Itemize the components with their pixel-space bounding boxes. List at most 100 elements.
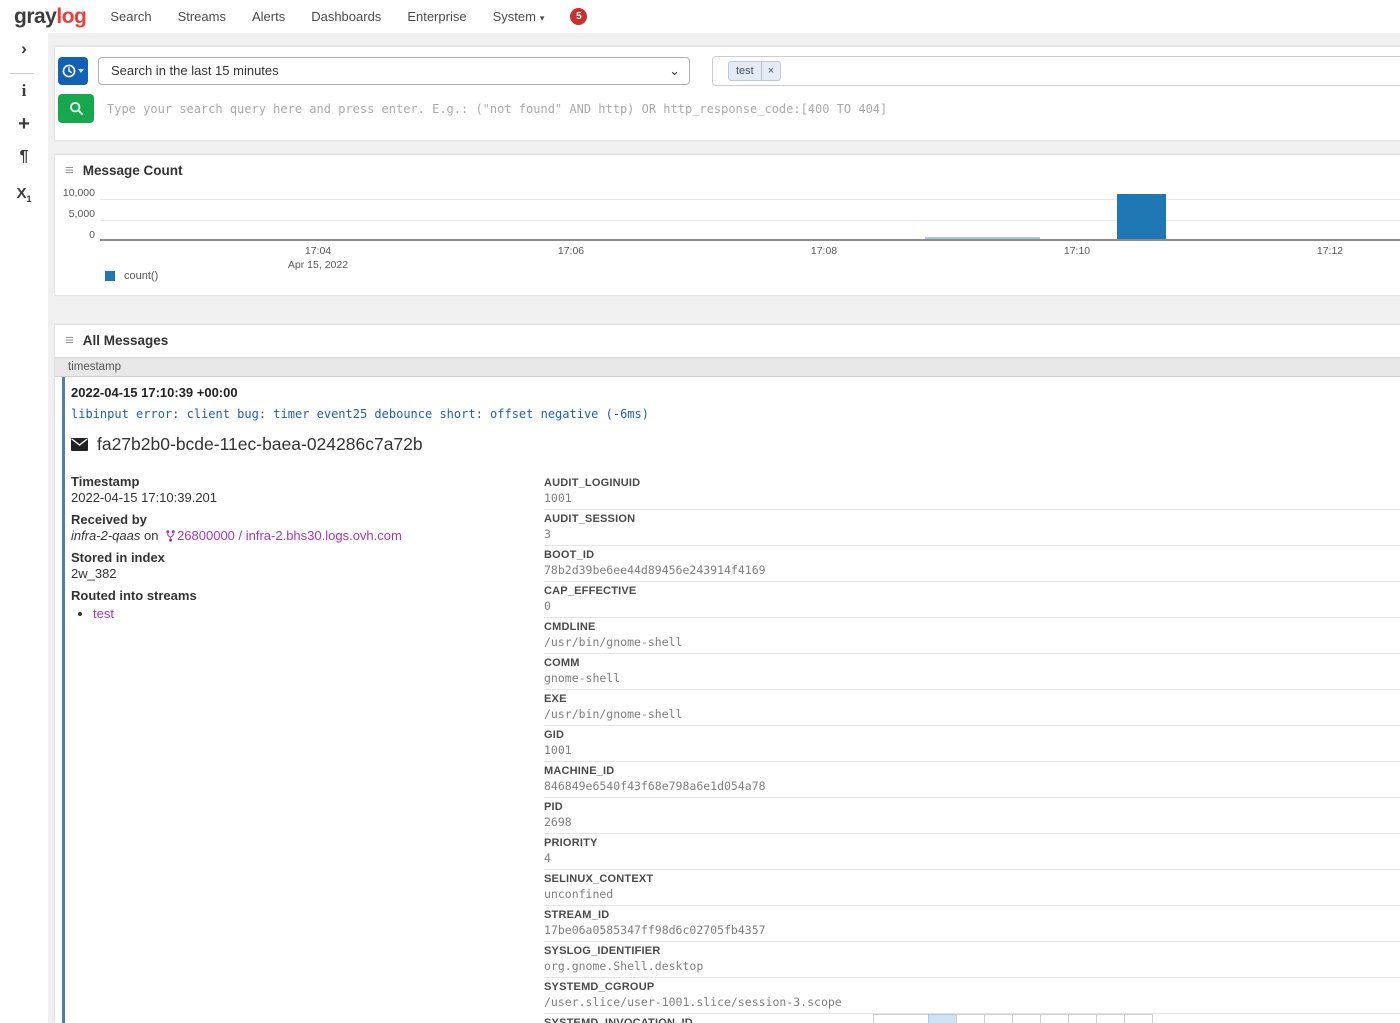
field-value: 78b2d39be6ee44d89456e243914f4169: [544, 564, 1400, 577]
field-row: BOOT_ID 78b2d39be6ee44d89456e243914f4169: [544, 546, 1400, 582]
pagination-page-button-active[interactable]: [928, 1014, 957, 1023]
widget-header: ≡ All Messages: [65, 333, 168, 348]
pagination-page-button[interactable]: [1096, 1014, 1125, 1023]
field-row: MACHINE_ID 846849e6540f43f68e798a6e1d054…: [544, 762, 1400, 798]
received-on-text: on: [140, 528, 162, 543]
expand-sidebar-icon[interactable]: ›: [0, 39, 48, 59]
message-metadata-column: Timestamp 2022-04-15 17:10:39.201 Receiv…: [71, 474, 544, 1023]
nav-item-enterprise[interactable]: Enterprise: [407, 9, 466, 24]
search-submit-button[interactable]: [58, 94, 94, 123]
legend-label-count[interactable]: count(): [124, 270, 158, 282]
nav-item-dashboards[interactable]: Dashboards: [311, 9, 381, 24]
field-name[interactable]: STREAM_ID: [544, 909, 1400, 921]
metadata-timestamp: Timestamp 2022-04-15 17:10:39.201: [71, 474, 520, 506]
sidebar-divider: [10, 73, 34, 74]
field-name[interactable]: COMM: [544, 657, 1400, 669]
x-tick-1708: 17:08: [794, 245, 854, 257]
field-value: 0: [544, 600, 1400, 613]
field-name[interactable]: SELINUX_CONTEXT: [544, 873, 1400, 885]
field-value: /user.slice/user-1001.slice/session-3.sc…: [544, 996, 1400, 1009]
pagination-page-button[interactable]: [1012, 1014, 1041, 1023]
gridline-5000: [100, 220, 1400, 221]
formatting-icon[interactable]: ¶: [0, 148, 48, 166]
gridline-10000: [100, 199, 1400, 200]
pagination: [873, 1014, 1153, 1023]
field-value: 846849e6540f43f68e798a6e1d054a78: [544, 780, 1400, 793]
node-link[interactable]: 26800000 / infra-2.bhs30.logs.ovh.com: [177, 528, 402, 543]
add-icon[interactable]: +: [0, 113, 48, 136]
message-fields-column: AUDIT_LOGINUID 1001 AUDIT_SESSION 3 BOOT…: [544, 474, 1400, 1023]
field-row: PRIORITY 4: [544, 834, 1400, 870]
pagination-page-button[interactable]: [1124, 1014, 1153, 1023]
all-messages-widget: ≡ All Messages timestamp 2022-04-15 17:1…: [55, 325, 1400, 1023]
chart-plot-area: 17:04 17:06 17:08 17:10 17:12 Apr 15, 20…: [100, 193, 1400, 241]
message-id: fa27b2b0-bcde-11ec-baea-024286c7a72b: [97, 434, 423, 455]
envelope-icon: [71, 438, 88, 451]
info-icon[interactable]: i: [0, 81, 48, 101]
remove-chip-icon[interactable]: ×: [761, 62, 780, 80]
field-name[interactable]: PID: [544, 801, 1400, 813]
count-bar-main: [1117, 194, 1166, 239]
time-range-select[interactable]: Search in the last 15 minutes ⌄: [98, 57, 690, 85]
field-name[interactable]: PRIORITY: [544, 837, 1400, 849]
x-tick-1706: 17:06: [541, 245, 601, 257]
message-detail: Timestamp 2022-04-15 17:10:39.201 Receiv…: [71, 474, 1400, 1023]
code-fork-icon: [166, 530, 175, 542]
field-name[interactable]: CAP_EFFECTIVE: [544, 585, 1400, 597]
field-name[interactable]: MACHINE_ID: [544, 765, 1400, 777]
field-name[interactable]: CMDLINE: [544, 621, 1400, 633]
nav-item-search[interactable]: Search: [110, 9, 151, 24]
pagination-page-button[interactable]: [956, 1014, 985, 1023]
widget-menu-icon[interactable]: ≡: [65, 163, 74, 178]
field-row: PID 2698: [544, 798, 1400, 834]
widget-menu-icon[interactable]: ≡: [65, 333, 74, 348]
field-value: 4: [544, 852, 1400, 865]
stream-filter-input[interactable]: test ×: [712, 56, 1400, 86]
x-axis-line: [100, 239, 1400, 241]
search-sidebar-rail: › i + ¶ X1: [0, 33, 48, 1023]
column-header-timestamp[interactable]: timestamp: [68, 358, 121, 377]
field-name[interactable]: EXE: [544, 693, 1400, 705]
graylog-logo[interactable]: graylog: [14, 0, 86, 33]
messages-table-header: timestamp: [55, 357, 1400, 377]
search-bar-panel: Search in the last 15 minutes ⌄ test ×: [55, 47, 1400, 140]
y-tick-10000: 10,000: [55, 187, 95, 199]
caret-down-icon: ▾: [540, 13, 545, 23]
field-value: /usr/bin/gnome-shell: [544, 636, 1400, 649]
nav-item-alerts[interactable]: Alerts: [252, 9, 285, 24]
message-timestamp[interactable]: 2022-04-15 17:10:39 +00:00: [71, 385, 1400, 400]
field-value: org.gnome.Shell.desktop: [544, 960, 1400, 973]
field-value: unconfined: [544, 888, 1400, 901]
time-range-config-button[interactable]: [58, 57, 88, 85]
field-value: 1001: [544, 492, 1400, 505]
message-row-expanded: 2022-04-15 17:10:39 +00:00 libinput erro…: [62, 377, 1400, 1023]
field-value: 2698: [544, 816, 1400, 829]
field-name[interactable]: GID: [544, 729, 1400, 741]
field-row: CAP_EFFECTIVE 0: [544, 582, 1400, 618]
metadata-label: Received by: [71, 512, 520, 527]
field-name[interactable]: AUDIT_LOGINUID: [544, 477, 1400, 489]
pagination-prev-button[interactable]: [873, 1014, 929, 1023]
widget-title: Message Count: [83, 163, 183, 178]
clock-icon: [62, 64, 76, 78]
nav-item-system[interactable]: System ▾: [493, 9, 545, 24]
field-name[interactable]: BOOT_ID: [544, 549, 1400, 561]
chart-legend: count(): [105, 270, 158, 282]
pagination-page-button[interactable]: [1040, 1014, 1069, 1023]
message-id-row[interactable]: fa27b2b0-bcde-11ec-baea-024286c7a72b: [71, 434, 1400, 455]
field-name[interactable]: SYSTEMD_CGROUP: [544, 981, 1400, 993]
pagination-page-button[interactable]: [1068, 1014, 1097, 1023]
message-preview-text[interactable]: libinput error: client bug: timer event2…: [71, 407, 1400, 421]
stream-link[interactable]: test: [93, 606, 114, 621]
nav-item-streams[interactable]: Streams: [178, 9, 226, 24]
logo-log-part: log: [56, 5, 86, 28]
pagination-page-button[interactable]: [984, 1014, 1013, 1023]
field-name[interactable]: SYSLOG_IDENTIFIER: [544, 945, 1400, 957]
fields-icon[interactable]: X1: [0, 185, 48, 204]
field-name[interactable]: AUDIT_SESSION: [544, 513, 1400, 525]
nav-item-system-label: System: [493, 9, 536, 24]
metadata-received-by: Received by infra-2-qaas on 26800000 / i…: [71, 512, 520, 544]
search-query-input[interactable]: [99, 94, 1400, 123]
stream-list: test: [71, 606, 520, 622]
notification-badge[interactable]: 5: [570, 8, 587, 25]
